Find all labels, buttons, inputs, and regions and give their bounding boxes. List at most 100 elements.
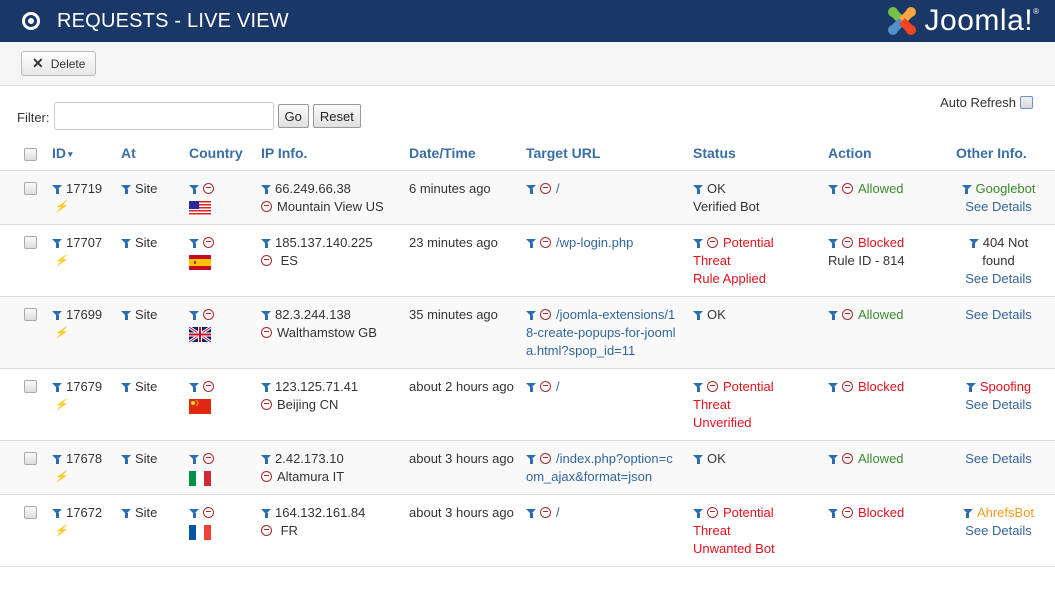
see-details-link[interactable]: See Details [965, 523, 1031, 538]
exclude-minus-icon[interactable] [842, 506, 853, 518]
filter-funnel-icon[interactable] [121, 382, 131, 392]
filter-funnel-icon[interactable] [962, 508, 973, 518]
exclude-minus-icon[interactable] [203, 380, 214, 392]
filter-funnel-icon[interactable] [526, 454, 536, 464]
filter-funnel-icon[interactable] [261, 310, 271, 320]
filter-funnel-icon[interactable] [189, 238, 199, 248]
column-header-other[interactable]: Other Info. [956, 136, 1055, 171]
exclude-minus-icon[interactable] [203, 506, 214, 518]
lightning-icon[interactable]: ⚡ [54, 252, 121, 270]
exclude-minus-icon[interactable] [842, 236, 853, 248]
exclude-minus-icon[interactable] [540, 236, 551, 248]
exclude-minus-icon[interactable] [203, 182, 214, 194]
filter-funnel-icon[interactable] [693, 454, 703, 464]
exclude-minus-icon[interactable] [203, 236, 214, 248]
filter-funnel-icon[interactable] [121, 310, 131, 320]
lightning-icon[interactable]: ⚡ [54, 396, 121, 414]
exclude-minus-icon[interactable] [842, 308, 853, 320]
exclude-minus-icon[interactable] [261, 326, 272, 338]
column-header-at[interactable]: At [121, 136, 189, 171]
filter-funnel-icon[interactable] [261, 382, 271, 392]
filter-funnel-icon[interactable] [52, 184, 62, 194]
lightning-icon[interactable]: ⚡ [54, 522, 121, 540]
exclude-minus-icon[interactable] [203, 308, 214, 320]
filter-funnel-icon[interactable] [121, 454, 131, 464]
filter-funnel-icon[interactable] [828, 184, 838, 194]
filter-funnel-icon[interactable] [828, 310, 838, 320]
exclude-minus-icon[interactable] [261, 398, 272, 410]
see-details-link[interactable]: See Details [965, 271, 1031, 286]
column-header-country[interactable]: Country [189, 136, 261, 171]
row-checkbox[interactable] [24, 307, 37, 321]
select-all-checkbox[interactable] [24, 147, 37, 161]
reset-button[interactable]: Reset [312, 104, 361, 128]
exclude-minus-icon[interactable] [261, 524, 272, 536]
sort-id-link[interactable]: ID [52, 145, 66, 161]
exclude-minus-icon[interactable] [203, 452, 214, 464]
filter-funnel-icon[interactable] [526, 382, 536, 392]
filter-funnel-icon[interactable] [828, 454, 838, 464]
exclude-minus-icon[interactable] [842, 182, 853, 194]
filter-funnel-icon[interactable] [189, 508, 199, 518]
filter-funnel-icon[interactable] [189, 382, 199, 392]
exclude-minus-icon[interactable] [261, 254, 272, 266]
filter-funnel-icon[interactable] [52, 238, 62, 248]
row-target-url[interactable]: / [556, 181, 560, 196]
delete-button[interactable]: ✕ Delete [21, 51, 97, 76]
exclude-minus-icon[interactable] [540, 380, 551, 392]
exclude-minus-icon[interactable] [540, 506, 551, 518]
filter-funnel-icon[interactable] [693, 184, 703, 194]
see-details-link[interactable]: See Details [965, 199, 1031, 214]
see-details-link[interactable]: See Details [965, 307, 1031, 322]
exclude-minus-icon[interactable] [842, 452, 853, 464]
filter-funnel-icon[interactable] [189, 454, 199, 464]
filter-funnel-icon[interactable] [526, 508, 536, 518]
filter-funnel-icon[interactable] [52, 382, 62, 392]
column-header-action[interactable]: Action [828, 136, 956, 171]
filter-funnel-icon[interactable] [526, 184, 536, 194]
filter-funnel-icon[interactable] [52, 508, 62, 518]
filter-funnel-icon[interactable] [121, 508, 131, 518]
lightning-icon[interactable]: ⚡ [54, 198, 121, 216]
row-checkbox[interactable] [24, 451, 37, 465]
filter-funnel-icon[interactable] [526, 238, 536, 248]
exclude-minus-icon[interactable] [707, 380, 718, 392]
filter-funnel-icon[interactable] [828, 508, 838, 518]
filter-funnel-icon[interactable] [189, 310, 199, 320]
exclude-minus-icon[interactable] [842, 380, 853, 392]
auto-refresh-checkbox[interactable] [1020, 96, 1033, 109]
filter-funnel-icon[interactable] [261, 184, 271, 194]
column-header-id[interactable]: ID ▾ [52, 136, 121, 171]
column-header-url[interactable]: Target URL [526, 136, 693, 171]
row-checkbox[interactable] [24, 505, 37, 519]
see-details-link[interactable]: See Details [965, 451, 1031, 466]
go-button[interactable]: Go [277, 104, 309, 128]
column-header-ip[interactable]: IP Info. [261, 136, 409, 171]
filter-funnel-icon[interactable] [965, 382, 976, 392]
row-checkbox[interactable] [24, 235, 37, 249]
filter-funnel-icon[interactable] [828, 382, 838, 392]
filter-funnel-icon[interactable] [189, 184, 199, 194]
see-details-link[interactable]: See Details [965, 397, 1031, 412]
filter-funnel-icon[interactable] [526, 310, 536, 320]
filter-funnel-icon[interactable] [121, 238, 131, 248]
filter-funnel-icon[interactable] [261, 454, 271, 464]
filter-funnel-icon[interactable] [693, 508, 703, 518]
filter-funnel-icon[interactable] [693, 238, 703, 248]
row-target-url[interactable]: /wp-login.php [556, 235, 633, 250]
filter-funnel-icon[interactable] [261, 508, 271, 518]
exclude-minus-icon[interactable] [261, 200, 272, 212]
column-header-status[interactable]: Status [693, 136, 828, 171]
filter-funnel-icon[interactable] [693, 382, 703, 392]
filter-funnel-icon[interactable] [52, 310, 62, 320]
filter-funnel-icon[interactable] [968, 238, 979, 248]
exclude-minus-icon[interactable] [707, 506, 718, 518]
row-target-url[interactable]: / [556, 379, 560, 394]
row-checkbox[interactable] [24, 181, 37, 195]
filter-funnel-icon[interactable] [693, 310, 703, 320]
column-header-datetime[interactable]: Date/Time [409, 136, 526, 171]
filter-funnel-icon[interactable] [261, 238, 271, 248]
filter-funnel-icon[interactable] [52, 454, 62, 464]
row-checkbox[interactable] [24, 379, 37, 393]
row-target-url[interactable]: / [556, 505, 560, 520]
